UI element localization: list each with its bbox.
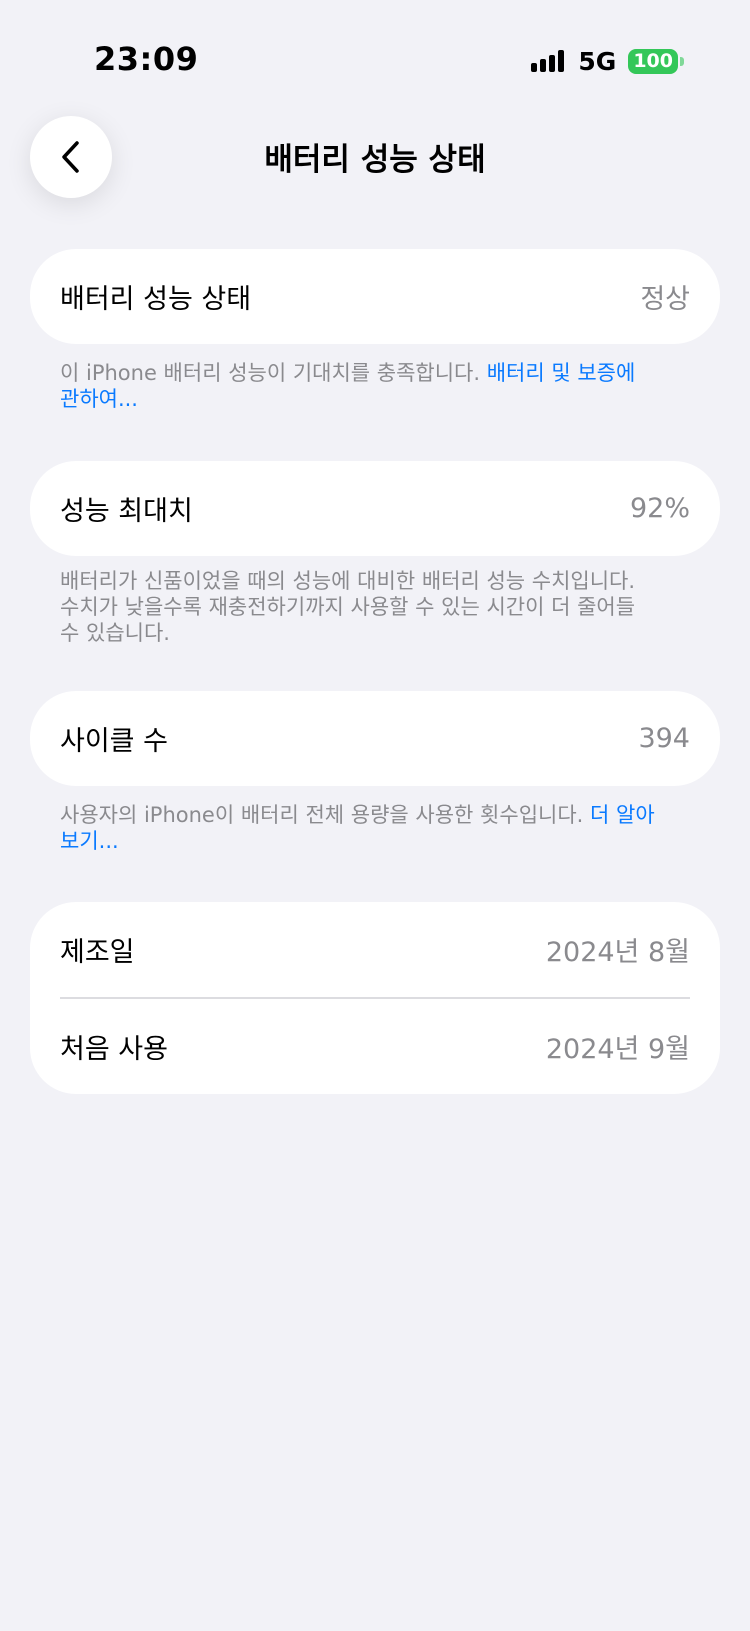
max-capacity-row: 성능 최대치 92% <box>30 461 720 556</box>
manufacture-date-value: 2024년 8월 <box>545 937 690 968</box>
cycle-count-note: 사용자의 iPhone이 배터리 전체 용량을 사용한 횟수입니다. 더 알아보… <box>60 802 660 854</box>
cycle-count-card: 사이클 수 394 <box>30 691 720 786</box>
battery-health-label: 배터리 성능 상태 <box>60 284 252 315</box>
network-type: 5G <box>578 46 617 76</box>
cycle-count-label: 사이클 수 <box>60 726 168 757</box>
battery-level: 100 <box>628 48 678 74</box>
status-time: 23:09 <box>94 40 199 78</box>
manufacture-date-row: 제조일 2024년 8월 <box>30 902 720 997</box>
page-title: 배터리 성능 상태 <box>264 142 486 178</box>
max-capacity-value: 92% <box>629 493 690 524</box>
battery-icon: 100 <box>628 48 684 74</box>
cycle-count-value: 394 <box>638 723 690 754</box>
status-indicators: 5G 100 <box>531 46 684 76</box>
manufacture-date-label: 제조일 <box>60 937 135 968</box>
max-capacity-label: 성능 최대치 <box>60 496 193 527</box>
first-use-label: 처음 사용 <box>60 1034 168 1065</box>
cellular-signal-icon <box>531 50 565 72</box>
max-capacity-note: 배터리가 신품이었을 때의 성능에 대비한 배터리 성능 수치입니다. 수치가 … <box>60 569 636 645</box>
battery-health-note: 이 iPhone 배터리 성능이 기대치를 충족합니다. 배터리 및 보증에 관… <box>60 360 660 412</box>
cycle-count-row: 사이클 수 394 <box>30 691 720 786</box>
battery-health-value: 정상 <box>640 284 690 315</box>
first-use-row: 처음 사용 2024년 9월 <box>30 999 720 1094</box>
dates-card: 제조일 2024년 8월 처음 사용 2024년 9월 <box>30 902 720 1094</box>
max-capacity-card: 성능 최대치 92% <box>30 461 720 556</box>
battery-health-card: 배터리 성능 상태 정상 <box>30 249 720 344</box>
battery-health-note-text: 이 iPhone 배터리 성능이 기대치를 충족합니다. <box>60 361 487 385</box>
cycle-count-note-text: 사용자의 iPhone이 배터리 전체 용량을 사용한 횟수입니다. <box>60 803 591 827</box>
screen: 23:09 5G 100 배터리 성능 상태 배터리 성능 상태 정상 이 iP… <box>0 0 750 1631</box>
battery-health-row: 배터리 성능 상태 정상 <box>30 249 720 344</box>
first-use-value: 2024년 9월 <box>545 1034 690 1065</box>
